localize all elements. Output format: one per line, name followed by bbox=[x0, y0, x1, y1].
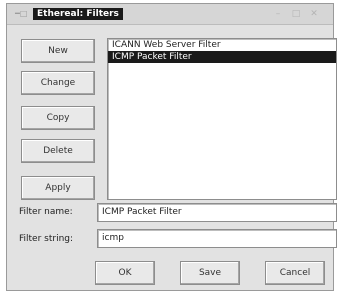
filter-name-input[interactable]: ICMP Packet Filter bbox=[97, 203, 337, 222]
change-button[interactable]: Change bbox=[21, 71, 95, 95]
cancel-button[interactable]: Cancel bbox=[265, 261, 325, 285]
filter-list-item[interactable]: ICANN Web Server Filter bbox=[108, 39, 336, 51]
window-title: Ethereal: Filters bbox=[33, 8, 123, 20]
ok-button[interactable]: OK bbox=[95, 261, 155, 285]
window-menu-icon[interactable]: ━□ bbox=[15, 10, 29, 18]
new-button[interactable]: New bbox=[21, 39, 95, 63]
filter-name-label: Filter name: bbox=[19, 207, 73, 217]
filters-window: ━□ Ethereal: Filters – □ ✕ New Change Co… bbox=[6, 3, 337, 291]
filter-string-input[interactable]: icmp bbox=[97, 229, 337, 248]
delete-button[interactable]: Delete bbox=[21, 139, 95, 163]
filter-list-item-selected[interactable]: ICMP Packet Filter bbox=[108, 51, 336, 63]
maximize-icon[interactable]: □ bbox=[291, 9, 301, 19]
filter-string-label: Filter string: bbox=[19, 234, 74, 244]
apply-button[interactable]: Apply bbox=[21, 176, 95, 200]
filter-list[interactable]: ICANN Web Server Filter ICMP Packet Filt… bbox=[107, 38, 337, 200]
title-bar[interactable]: ━□ Ethereal: Filters – □ ✕ bbox=[7, 4, 333, 25]
save-button[interactable]: Save bbox=[180, 261, 240, 285]
minimize-icon[interactable]: – bbox=[273, 9, 283, 19]
close-icon[interactable]: ✕ bbox=[309, 9, 319, 19]
copy-button[interactable]: Copy bbox=[21, 106, 95, 130]
